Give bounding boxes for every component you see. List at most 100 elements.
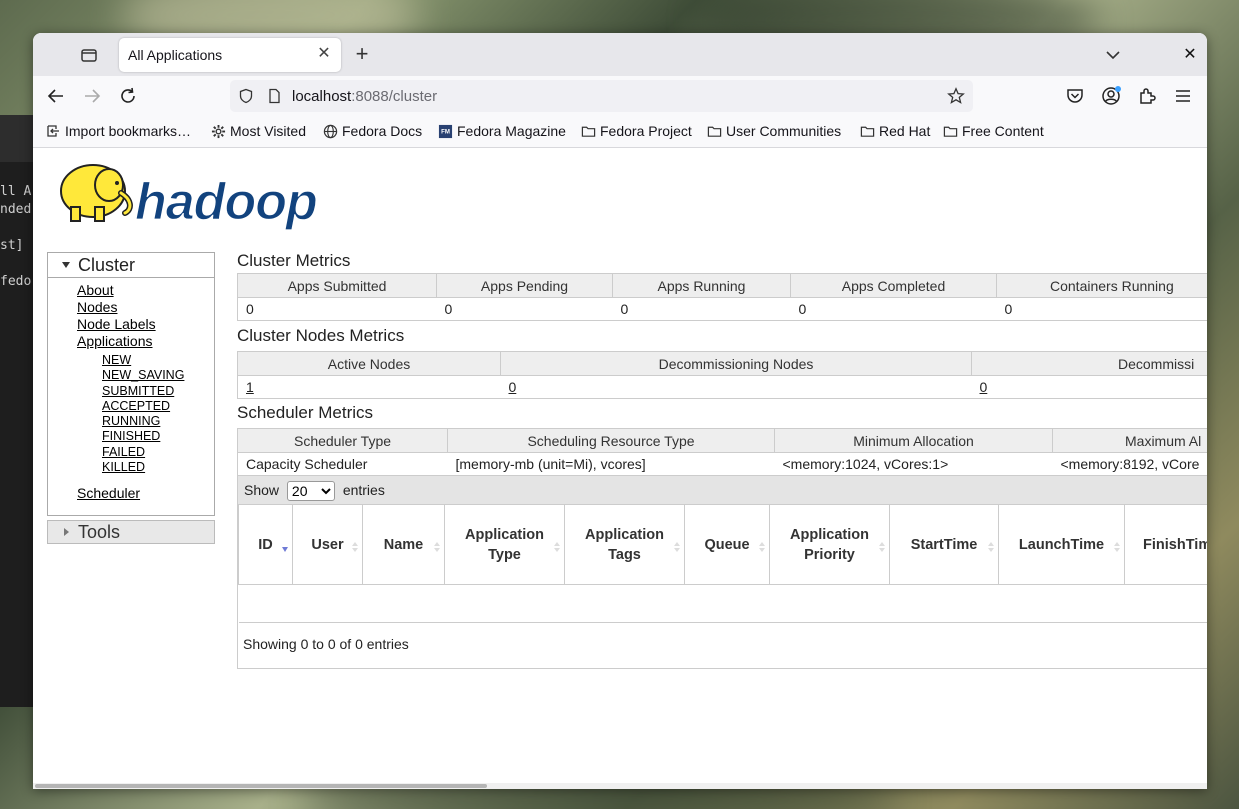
gear-icon bbox=[211, 124, 226, 138]
pocket-icon[interactable] bbox=[1064, 85, 1086, 107]
tools-panel-toggle[interactable]: Tools bbox=[47, 520, 215, 544]
link-state-running[interactable]: RUNNING bbox=[102, 414, 214, 429]
cluster-panel-toggle[interactable]: Cluster bbox=[47, 252, 215, 278]
page-size-select[interactable]: 10 20 50 100 bbox=[286, 481, 335, 502]
nodes-metrics-table: Active Nodes Decommissioning Nodes Decom… bbox=[237, 351, 1207, 399]
decommissioning-nodes-link[interactable]: 0 bbox=[509, 379, 517, 395]
decommissioned-nodes-link[interactable]: 0 bbox=[980, 379, 988, 395]
hadoop-logo[interactable]: hadoop bbox=[51, 155, 351, 231]
sort-icon bbox=[434, 542, 440, 552]
tab-overview-icon[interactable] bbox=[79, 45, 99, 65]
bookmark-red-hat[interactable]: Red Hat bbox=[860, 123, 930, 139]
column-header-label: User bbox=[311, 536, 344, 553]
tab-close-icon[interactable]: ✕ bbox=[315, 45, 333, 63]
link-state-accepted[interactable]: ACCEPTED bbox=[102, 399, 214, 414]
cluster-metrics-table: Apps Submitted Apps Pending Apps Running… bbox=[237, 273, 1207, 321]
bookmark-fedora-project[interactable]: Fedora Project bbox=[581, 123, 692, 139]
column-header: Minimum Allocation bbox=[774, 428, 1053, 453]
reload-button[interactable] bbox=[117, 85, 139, 107]
sort-icon bbox=[879, 542, 885, 552]
bookmark-star-icon[interactable] bbox=[947, 87, 965, 105]
link-about[interactable]: About bbox=[77, 282, 214, 299]
tools-panel-title: Tools bbox=[78, 522, 121, 542]
metric-value: 0 bbox=[237, 297, 437, 321]
shield-icon[interactable] bbox=[238, 88, 254, 104]
chevron-down-icon[interactable] bbox=[1103, 45, 1123, 65]
url-bar[interactable]: localhost:8088/cluster bbox=[230, 80, 973, 112]
menu-icon[interactable] bbox=[1172, 85, 1194, 107]
sort-icon bbox=[352, 542, 358, 552]
column-header-application-tags[interactable]: Application Tags bbox=[564, 504, 685, 585]
terminal-line: fedo bbox=[0, 274, 32, 289]
terminal-line: ll A bbox=[0, 184, 32, 199]
url-text[interactable]: localhost:8088/cluster bbox=[292, 88, 437, 105]
scrollbar-thumb[interactable] bbox=[35, 784, 487, 788]
bookmark-label: Most Visited bbox=[230, 123, 306, 139]
column-header-label: StartTime bbox=[910, 536, 978, 553]
column-header-launchtime[interactable]: LaunchTime bbox=[998, 504, 1125, 585]
column-header-queue[interactable]: Queue bbox=[684, 504, 770, 585]
column-header-user[interactable]: User bbox=[292, 504, 363, 585]
entries-label: entries bbox=[342, 482, 385, 498]
fm-icon: FM bbox=[438, 124, 453, 138]
cluster-metrics-title: Cluster Metrics bbox=[237, 251, 351, 270]
link-node-labels[interactable]: Node Labels bbox=[77, 316, 214, 333]
column-header: Apps Completed bbox=[790, 273, 997, 298]
link-applications[interactable]: Applications bbox=[77, 333, 214, 350]
column-header-label: Application Type bbox=[465, 526, 544, 563]
page-content: hadoop Cluster About Nodes Node Labels A… bbox=[33, 149, 1207, 789]
column-header: Decommissi bbox=[971, 351, 1207, 376]
column-header-name[interactable]: Name bbox=[362, 504, 445, 585]
column-header-label: FinishTim bbox=[1143, 536, 1207, 553]
bookmark-fedora-docs[interactable]: Fedora Docs bbox=[323, 123, 422, 139]
back-button[interactable] bbox=[45, 85, 67, 107]
link-state-failed[interactable]: FAILED bbox=[102, 445, 214, 460]
column-header-id[interactable]: ID bbox=[238, 504, 293, 585]
metric-value: 0 bbox=[790, 297, 997, 321]
account-icon[interactable] bbox=[1100, 85, 1122, 107]
column-header-finishtime[interactable]: FinishTim bbox=[1124, 504, 1207, 585]
active-nodes-link[interactable]: 1 bbox=[246, 379, 254, 395]
bookmark-import[interactable]: Import bookmarks… bbox=[45, 123, 191, 139]
bookmark-label: Fedora Project bbox=[600, 123, 692, 139]
sort-icon bbox=[674, 542, 680, 552]
folder-icon bbox=[707, 126, 722, 137]
tab-all-applications[interactable]: All Applications ✕ bbox=[119, 38, 341, 72]
scheduler-value: <memory:1024, vCores:1> bbox=[774, 452, 1053, 476]
link-state-new[interactable]: NEW bbox=[102, 353, 214, 368]
bookmark-user-communities[interactable]: User Communities bbox=[707, 123, 841, 139]
bookmark-most-visited[interactable]: Most Visited bbox=[211, 123, 306, 139]
column-header: Apps Running bbox=[612, 273, 791, 298]
scheduler-value: <memory:8192, vCore bbox=[1052, 452, 1207, 476]
link-state-killed[interactable]: KILLED bbox=[102, 460, 214, 475]
column-header: Apps Submitted bbox=[237, 273, 437, 298]
apps-toolbar: Show 10 20 50 100 entries bbox=[238, 476, 1207, 504]
window-close-button[interactable]: ✕ bbox=[1180, 45, 1200, 65]
link-state-finished[interactable]: FINISHED bbox=[102, 429, 214, 444]
bookmark-free-content[interactable]: Free Content bbox=[943, 123, 1044, 139]
horizontal-scrollbar[interactable] bbox=[33, 783, 1207, 789]
bookmark-label: Red Hat bbox=[879, 123, 931, 139]
bookmarks-toolbar: Import bookmarks… Most Visited Fedora Do… bbox=[33, 116, 1207, 148]
new-tab-button[interactable]: + bbox=[351, 43, 373, 65]
column-header: Apps Pending bbox=[436, 273, 613, 298]
tab-title: All Applications bbox=[128, 47, 223, 63]
column-header-application-priority[interactable]: Application Priority bbox=[769, 504, 890, 585]
link-state-new-saving[interactable]: NEW_SAVING bbox=[102, 368, 214, 383]
bookmark-fedora-magazine[interactable]: FM Fedora Magazine bbox=[438, 123, 566, 139]
cluster-panel-title: Cluster bbox=[78, 255, 136, 275]
link-nodes[interactable]: Nodes bbox=[77, 299, 214, 316]
cluster-panel-body: About Nodes Node Labels Applications NEW… bbox=[47, 278, 215, 516]
forward-button[interactable] bbox=[81, 85, 103, 107]
link-state-submitted[interactable]: SUBMITTED bbox=[102, 384, 214, 399]
column-header-label: Application Priority bbox=[790, 526, 869, 563]
column-header-label: LaunchTime bbox=[1018, 536, 1105, 553]
metric-value: 0 bbox=[996, 297, 1207, 321]
sort-icon bbox=[759, 542, 765, 552]
column-header-application-type[interactable]: Application Type bbox=[444, 504, 565, 585]
link-scheduler[interactable]: Scheduler bbox=[77, 485, 214, 502]
page-icon[interactable] bbox=[266, 88, 282, 104]
extensions-icon[interactable] bbox=[1136, 85, 1158, 107]
main-area: Cluster Metrics Apps Submitted Apps Pend… bbox=[237, 249, 1207, 669]
column-header-starttime[interactable]: StartTime bbox=[889, 504, 999, 585]
